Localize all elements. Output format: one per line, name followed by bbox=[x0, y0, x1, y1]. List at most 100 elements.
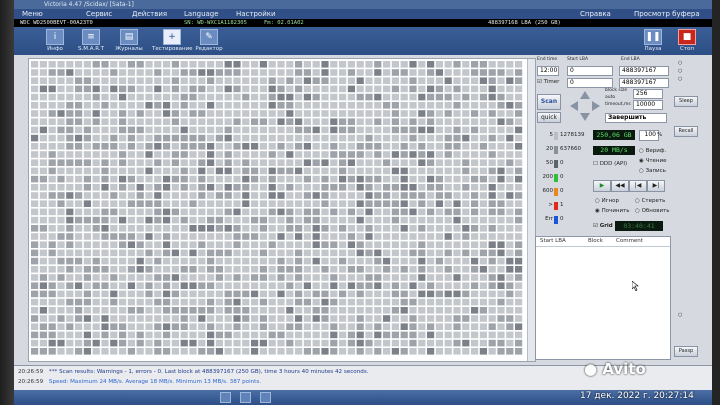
arrow-right-icon[interactable] bbox=[592, 101, 600, 111]
block-cell bbox=[435, 298, 443, 306]
stop-button[interactable]: ■ Стоп bbox=[672, 29, 702, 52]
api-radio-1[interactable]: ○ bbox=[678, 60, 682, 66]
block-cell bbox=[312, 323, 320, 330]
rewind-button[interactable]: ◀◀ bbox=[611, 180, 629, 192]
block-cell bbox=[31, 200, 39, 207]
arrow-down-icon[interactable] bbox=[580, 113, 590, 121]
arrow-left-icon[interactable] bbox=[570, 101, 578, 111]
block-cell bbox=[330, 282, 338, 289]
block-cell bbox=[391, 257, 399, 265]
action-ignore-radio[interactable]: ○ Игнор bbox=[595, 198, 619, 204]
pause-button[interactable]: ❚❚ Пауза bbox=[638, 29, 668, 52]
mode-write-radio[interactable]: ○ Запись bbox=[639, 168, 666, 174]
menu-item-menu[interactable]: Меню bbox=[22, 9, 43, 19]
direction-arrows[interactable] bbox=[569, 90, 601, 122]
mode-verify-radio[interactable]: ○ Вериф. bbox=[639, 148, 666, 154]
info-button-label: Инфо bbox=[47, 46, 63, 52]
block-cell bbox=[321, 85, 329, 93]
block-cell bbox=[83, 192, 91, 199]
skip-back-button[interactable]: |◀ bbox=[629, 180, 647, 192]
block-cell bbox=[251, 126, 259, 134]
block-cell bbox=[110, 331, 118, 339]
block-cell bbox=[479, 167, 487, 175]
grid-checkbox[interactable]: ☑ Grid bbox=[593, 223, 613, 229]
taskbar-item-3[interactable] bbox=[260, 392, 271, 403]
end-time-input[interactable]: 12:00 bbox=[537, 66, 559, 76]
action-erase-radio[interactable]: ○ Стереть bbox=[635, 198, 665, 204]
menu-item-actions[interactable]: Действия bbox=[132, 9, 167, 19]
buffer-view-button[interactable]: Просмотр буфера bbox=[634, 9, 700, 19]
action-repair-radio[interactable]: ◉ Починить bbox=[595, 208, 630, 214]
block-cell bbox=[409, 159, 417, 166]
block-map-scrollbar[interactable] bbox=[527, 59, 535, 361]
ddd-api-checkbox[interactable]: ☐ DDD (API) bbox=[593, 161, 627, 167]
block-cell bbox=[48, 134, 56, 142]
action-refresh-radio[interactable]: ○ Обновить bbox=[635, 208, 670, 214]
quick-button[interactable]: quick bbox=[537, 112, 561, 123]
taskbar-item-2[interactable] bbox=[240, 392, 251, 403]
journal-button[interactable]: ▤ Журналы bbox=[114, 29, 144, 52]
block-cell bbox=[303, 208, 311, 216]
menu-item-language[interactable]: Language bbox=[184, 9, 219, 19]
block-cell bbox=[163, 134, 171, 142]
arrow-up-icon[interactable] bbox=[580, 91, 590, 99]
block-cell bbox=[145, 233, 153, 240]
smart-button[interactable]: ≡ S.M.A.R.T bbox=[76, 29, 106, 52]
block-cell bbox=[242, 200, 250, 207]
block-cell bbox=[321, 126, 329, 134]
menu-item-settings[interactable]: Настройки bbox=[236, 9, 276, 19]
block-cell bbox=[435, 233, 443, 240]
api-radio-3[interactable]: ○ bbox=[678, 76, 682, 82]
block-cell bbox=[75, 331, 83, 339]
block-cell bbox=[180, 110, 188, 117]
block-cell bbox=[268, 307, 276, 314]
timer-checkbox[interactable]: ☑ Timer bbox=[537, 79, 559, 85]
menu-item-service[interactable]: Сервис bbox=[86, 9, 112, 19]
menu-item-help[interactable]: Справка bbox=[580, 9, 611, 19]
block-cell bbox=[321, 249, 329, 257]
mode-read-radio[interactable]: ◉ Чтение bbox=[639, 158, 666, 164]
block-cell bbox=[400, 225, 408, 232]
sound-radio[interactable]: ○ bbox=[678, 312, 682, 318]
end-action-select[interactable]: Завершить bbox=[605, 113, 667, 123]
block-cell bbox=[347, 102, 355, 109]
info-button[interactable]: i Инфо bbox=[40, 29, 70, 52]
block-cell bbox=[83, 266, 91, 273]
block-cell bbox=[198, 282, 206, 289]
journal-button-label: Журналы bbox=[115, 46, 143, 52]
end-lba-input-2[interactable]: 488397167 bbox=[619, 78, 669, 88]
block-cell bbox=[101, 85, 109, 93]
sleep-button[interactable]: Sleep bbox=[674, 96, 698, 107]
bad-blocks-table[interactable]: Start LBA Block Comment bbox=[535, 236, 671, 360]
end-lba-input[interactable]: 488397167 bbox=[619, 66, 669, 76]
api-radio-2[interactable]: ○ bbox=[678, 68, 682, 74]
taskbar-item-1[interactable] bbox=[220, 392, 231, 403]
block-cell bbox=[251, 110, 259, 117]
block-cell bbox=[391, 184, 399, 191]
block-cell bbox=[321, 159, 329, 166]
editor-button[interactable]: ✎ Редактор bbox=[194, 29, 224, 52]
block-cell bbox=[488, 102, 496, 109]
block-cell bbox=[171, 184, 179, 191]
passport-button[interactable]: Passp bbox=[674, 346, 698, 357]
start-lba-input[interactable]: 0 bbox=[567, 66, 613, 76]
menu-bar: Меню Сервис Действия Language Настройки … bbox=[14, 9, 712, 19]
timeout-select[interactable]: 10000 bbox=[633, 100, 663, 110]
block-cell bbox=[453, 175, 461, 183]
block-cell bbox=[145, 175, 153, 183]
timer-input[interactable]: 0 bbox=[567, 78, 613, 88]
block-cell bbox=[409, 167, 417, 175]
block-cell bbox=[506, 93, 514, 101]
block-cell bbox=[506, 85, 514, 93]
block-cell bbox=[506, 282, 514, 289]
play-button[interactable]: ▶ bbox=[593, 180, 611, 192]
scan-button[interactable]: Scan bbox=[537, 94, 561, 110]
test-button[interactable]: + Тестирование bbox=[152, 29, 193, 52]
block-size-select[interactable]: 256 bbox=[633, 89, 663, 99]
recall-button[interactable]: Recall bbox=[674, 126, 698, 137]
skip-forward-button[interactable]: ▶| bbox=[647, 180, 665, 192]
block-cell bbox=[189, 85, 197, 93]
block-cell bbox=[66, 241, 74, 248]
block-cell bbox=[136, 143, 144, 150]
block-cell bbox=[347, 249, 355, 257]
